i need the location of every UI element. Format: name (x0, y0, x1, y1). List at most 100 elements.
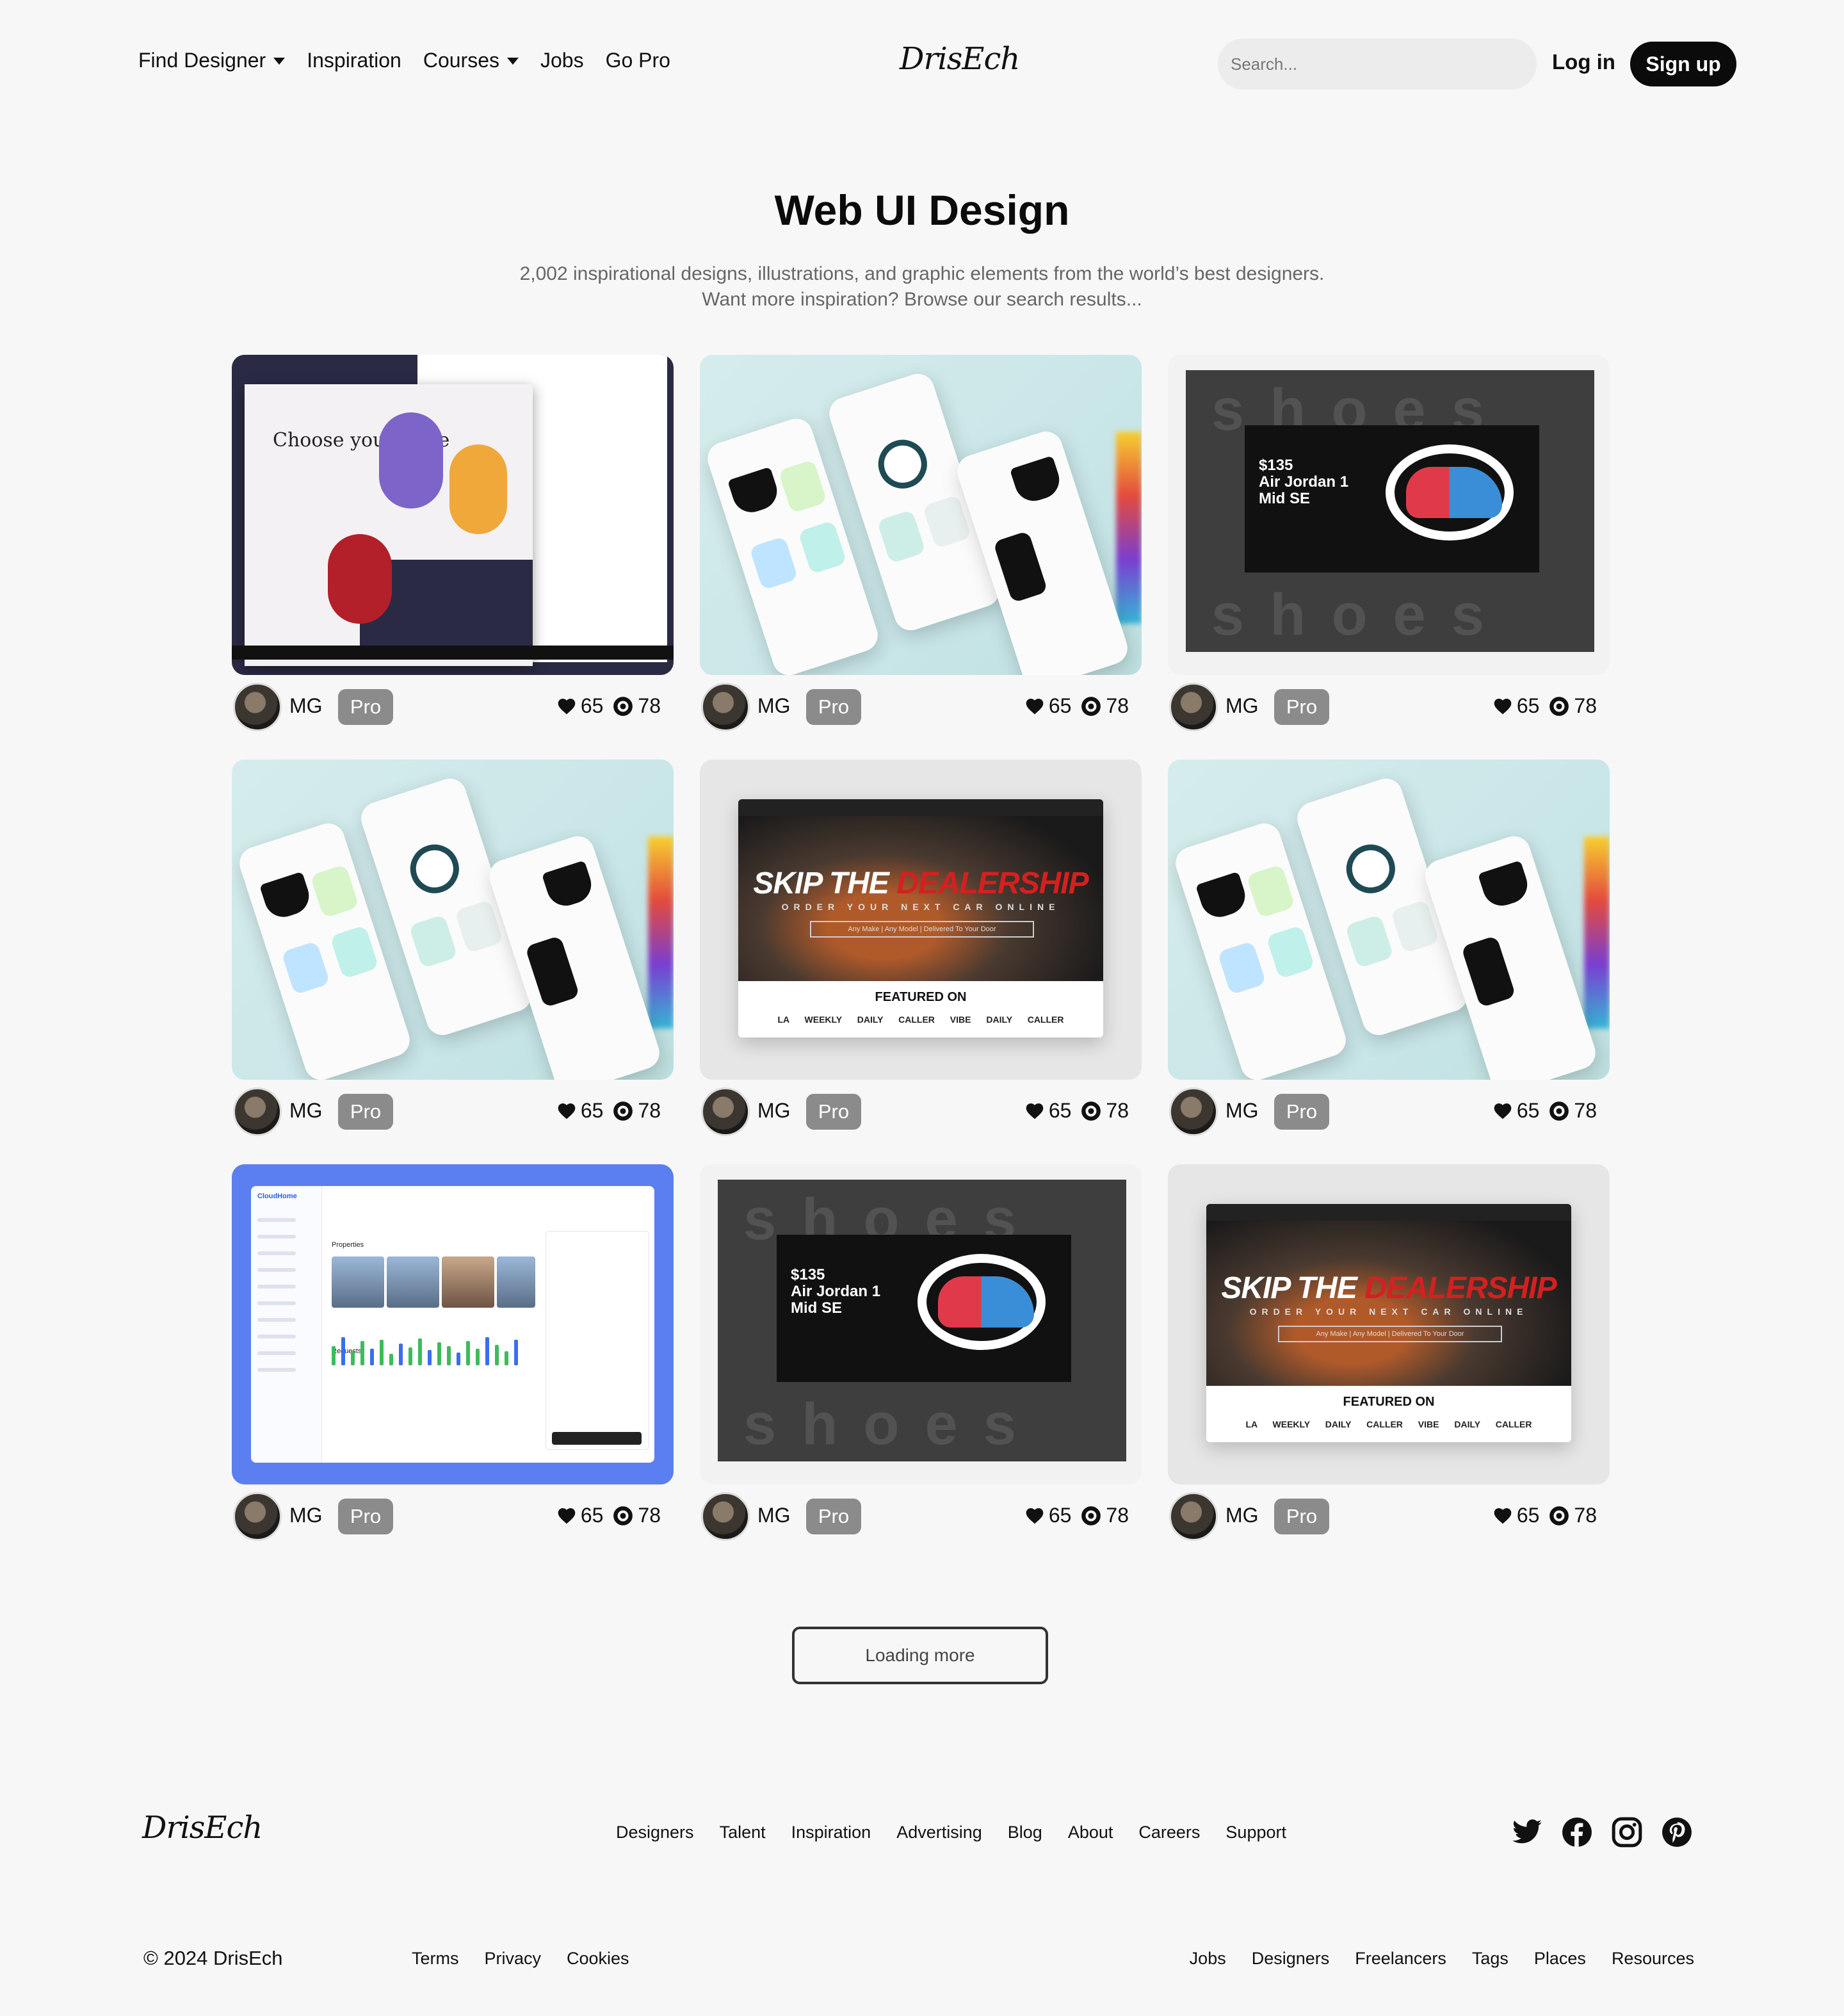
sidebar-line (257, 1251, 296, 1255)
shot-thumbnail[interactable]: shoes shoes $135 Air Jordan 1 Mid SE (1168, 355, 1610, 675)
shot-thumbnail[interactable]: CloudHome Properties Requests (232, 1164, 674, 1484)
heart-icon[interactable] (1492, 1506, 1513, 1526)
footer-link[interactable]: Advertising (896, 1823, 982, 1842)
page-title: Web UI Design (774, 186, 1070, 234)
author-name[interactable]: MG (289, 1504, 323, 1527)
property-image (387, 1256, 439, 1308)
like-count: 65 (580, 1099, 604, 1122)
footer-link[interactable]: Careers (1138, 1823, 1200, 1842)
shot-thumbnail[interactable]: SKIP THE DEALERSHIP ORDER YOUR NEXT CAR O… (700, 760, 1142, 1080)
shot-card[interactable]: SKIP THE DEALERSHIP ORDER YOUR NEXT CAR O… (700, 760, 1142, 1136)
shot-card[interactable]: CloudHome Properties Requests MG Pro 65 78 (232, 1164, 674, 1541)
legal-link[interactable]: Privacy (485, 1949, 542, 1969)
heart-icon[interactable] (556, 1101, 577, 1121)
footer-link[interactable]: Inspiration (791, 1823, 871, 1842)
shot-thumbnail[interactable]: SKIP THE DEALERSHIP ORDER YOUR NEXT CAR O… (1168, 1164, 1610, 1484)
shot-meta: MG Pro 65 78 (1168, 1492, 1610, 1541)
author-name[interactable]: MG (757, 1099, 791, 1123)
mock-pill: Any Make | Any Model | Delivered To Your… (810, 921, 1034, 938)
footer-secondary-link[interactable]: Places (1534, 1949, 1586, 1969)
instagram-icon[interactable] (1611, 1816, 1643, 1848)
shot-card[interactable]: MG Pro 65 78 (700, 355, 1142, 731)
mock-button (552, 1432, 642, 1445)
avatar[interactable] (701, 1492, 750, 1541)
chart-bar (332, 1346, 336, 1365)
author-name[interactable]: MG (289, 1099, 323, 1123)
twitter-icon[interactable] (1511, 1816, 1543, 1848)
avatar[interactable] (233, 1087, 282, 1136)
nav-courses[interactable]: Courses (423, 49, 519, 72)
avatar[interactable] (1169, 1087, 1218, 1136)
shot-card[interactable]: Choose your Style MG Pro 65 78 (232, 355, 674, 731)
heart-icon[interactable] (1024, 696, 1045, 717)
avatar[interactable] (233, 1492, 282, 1541)
shot-thumbnail[interactable] (700, 355, 1142, 675)
mock-ticker (232, 646, 674, 660)
footer-secondary-link[interactable]: Tags (1472, 1949, 1508, 1969)
footer-secondary-link[interactable]: Freelancers (1355, 1949, 1446, 1969)
shot-card[interactable]: shoes shoes $135 Air Jordan 1 Mid SE MG Pro 65… (1168, 355, 1610, 731)
nav-label: Go Pro (605, 49, 670, 72)
lamp-image (727, 466, 782, 517)
avatar[interactable] (701, 683, 750, 731)
nav-inspiration[interactable]: Inspiration (307, 49, 401, 72)
shot-card[interactable]: shoes shoes $135 Air Jordan 1 Mid SE MG Pro 65… (700, 1164, 1142, 1541)
shot-thumbnail[interactable] (1168, 760, 1610, 1080)
footer-link[interactable]: About (1068, 1823, 1113, 1842)
shot-thumbnail[interactable]: Choose your Style (232, 355, 674, 675)
chart-bar (466, 1341, 470, 1365)
avatar[interactable] (701, 1087, 750, 1136)
footer-secondary-link[interactable]: Designers (1252, 1949, 1330, 1969)
login-link[interactable]: Log in (1552, 50, 1615, 74)
device-tile (281, 941, 330, 995)
nav-go-pro[interactable]: Go Pro (606, 49, 670, 72)
view-count: 78 (638, 1099, 661, 1122)
headline-part: SKIP THE (1221, 1271, 1365, 1305)
author-name[interactable]: MG (1225, 1099, 1259, 1123)
legal-link[interactable]: Cookies (567, 1949, 629, 1969)
shot-card[interactable]: MG Pro 65 78 (1168, 760, 1610, 1136)
footer-link[interactable]: Blog (1008, 1823, 1042, 1842)
nav-jobs[interactable]: Jobs (540, 49, 584, 72)
shot-thumbnail[interactable] (232, 760, 674, 1080)
pinterest-icon[interactable] (1661, 1816, 1693, 1848)
pro-badge: Pro (806, 1094, 861, 1130)
caret-down-icon (507, 58, 519, 65)
footer-logo[interactable]: DrisEch (142, 1810, 263, 1846)
author-name[interactable]: MG (1225, 694, 1259, 718)
heart-icon[interactable] (1024, 1101, 1045, 1121)
heart-icon[interactable] (1492, 1101, 1513, 1121)
site-logo[interactable]: DrisEch (900, 41, 1020, 77)
heart-icon[interactable] (556, 1506, 577, 1526)
search-input[interactable] (1218, 38, 1537, 90)
avatar[interactable] (1169, 1492, 1218, 1541)
author-name[interactable]: MG (757, 694, 791, 718)
eye-icon (1549, 1101, 1569, 1121)
heart-icon[interactable] (1024, 1506, 1045, 1526)
chart-bar (505, 1351, 508, 1365)
author-name[interactable]: MG (1225, 1504, 1259, 1527)
signup-button[interactable]: Sign up (1630, 42, 1736, 86)
load-more-button[interactable]: Loading more (792, 1627, 1048, 1684)
footer-secondary-link[interactable]: Jobs (1190, 1949, 1226, 1969)
footer-link[interactable]: Talent (720, 1823, 766, 1842)
nav-find-designer[interactable]: Find Designer (138, 49, 286, 72)
model-image (328, 534, 392, 624)
avatar[interactable] (233, 683, 282, 731)
shot-thumbnail[interactable]: shoes shoes $135 Air Jordan 1 Mid SE (700, 1164, 1142, 1484)
shot-card[interactable]: SKIP THE DEALERSHIP ORDER YOUR NEXT CAR O… (1168, 1164, 1610, 1541)
heart-icon[interactable] (556, 696, 577, 717)
author-name[interactable]: MG (757, 1504, 791, 1527)
footer-secondary-link[interactable]: Resources (1612, 1949, 1694, 1969)
footer-link[interactable]: Designers (616, 1823, 694, 1842)
legal-link[interactable]: Terms (412, 1949, 459, 1969)
author-name[interactable]: MG (289, 694, 323, 718)
facebook-icon[interactable] (1561, 1816, 1593, 1848)
shot-card[interactable]: MG Pro 65 78 (232, 760, 674, 1136)
subtitle-line: 2,002 inspirational designs, illustratio… (519, 263, 1325, 284)
chart-bar (428, 1350, 432, 1365)
heart-icon[interactable] (1492, 696, 1513, 717)
footer-link[interactable]: Support (1225, 1823, 1286, 1842)
avatar[interactable] (1169, 683, 1218, 731)
shot-stats: 65 78 (1024, 694, 1129, 718)
